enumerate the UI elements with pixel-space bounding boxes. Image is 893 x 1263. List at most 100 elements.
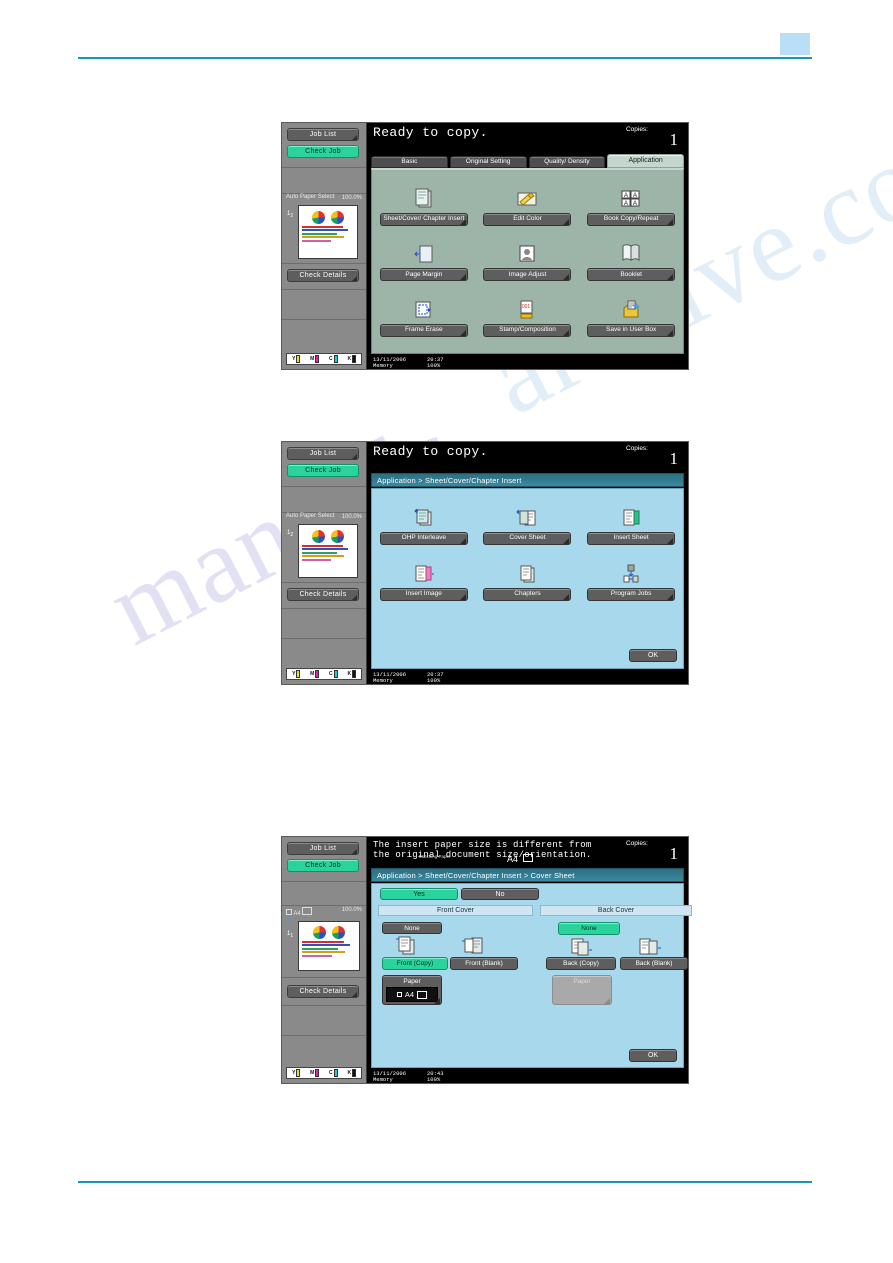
tab-application[interactable]: Application [607, 154, 684, 168]
copies-value: 1 [669, 844, 679, 863]
function-button-edit-color[interactable]: Edit Color [483, 212, 572, 226]
front-cover-copy-button[interactable]: Front (Copy) [382, 957, 448, 970]
breadcrumb: Application > Sheet/Cover/Chapter Insert… [371, 868, 684, 882]
function-cell: OHP Interleave [379, 506, 468, 545]
function-button-cover-sheet[interactable]: Cover Sheet [483, 531, 572, 545]
function-label: Frame Erase [405, 326, 443, 333]
job-list-label: Job List [309, 131, 337, 138]
svg-text:A: A [624, 201, 628, 207]
corner-marker-icon [352, 135, 357, 140]
function-button-book-copy-repeat[interactable]: Book Copy/Repeat [587, 212, 676, 226]
breadcrumb: Application > Sheet/Cover/Chapter Insert [371, 473, 684, 487]
book-copy-icon: A A A A [618, 187, 644, 211]
pie-chart-icon [312, 211, 325, 224]
function-button-insert-sheet[interactable]: Insert Sheet [587, 531, 676, 545]
tab-label: Application [628, 157, 663, 165]
program-jobs-icon [618, 562, 644, 586]
function-button-insert-image[interactable]: Insert Image [379, 587, 468, 601]
edit-color-icon [514, 187, 540, 211]
function-button-frame-erase[interactable]: Frame Erase [379, 323, 468, 337]
front-cover-none-button[interactable]: None [382, 922, 442, 934]
function-cell: Insert Sheet [587, 506, 676, 545]
function-button-sheet-cover-chapter-insert[interactable]: Sheet/Cover/ Chapter Insert [379, 212, 468, 226]
screen3-left-panel: Job List Check Job A4 100.0% ⬅ 11 Check … [282, 837, 367, 1083]
tab-basic[interactable]: Basic [371, 156, 448, 168]
check-details-button[interactable]: Check Details [287, 269, 359, 282]
sheet-insert-function-grid: OHP Interleave Cover Sheet Insert Sheet … [371, 488, 684, 669]
check-job-button[interactable]: Check Job [287, 145, 359, 158]
function-button-image-adjust[interactable]: Image Adjust [483, 268, 572, 281]
function-cell: Frame Erase [379, 298, 468, 337]
check-job-button[interactable]: Check Job [287, 464, 359, 477]
back-cover-copy-button[interactable]: Back (Copy) [546, 957, 616, 970]
back-none-label: None [581, 925, 597, 932]
copier-screen-application: Job List Check Job Auto Paper Select 100… [281, 122, 689, 370]
tab-label: Original Setting [465, 158, 511, 166]
function-button-booklet[interactable]: Booklet [587, 268, 676, 281]
back-cover-none-button[interactable]: None [558, 922, 620, 935]
pie-chart-icon [332, 926, 345, 939]
ok-button[interactable]: OK [629, 1049, 677, 1062]
cover-sheet-icon [514, 506, 540, 530]
memory-value: 100% [427, 1076, 441, 1083]
preview-line [302, 551, 337, 554]
function-button-ohp-interleave[interactable]: OHP Interleave [379, 531, 468, 545]
function-label: Edit Color [513, 215, 542, 222]
no-label: No [495, 890, 505, 898]
ohp-interleave-icon [411, 506, 437, 530]
function-button-program-jobs[interactable]: Program Jobs [587, 587, 676, 601]
svg-text:A: A [633, 193, 637, 199]
corner-marker-icon [352, 595, 357, 600]
check-job-button[interactable]: Check Job [287, 859, 359, 872]
tab-original-setting[interactable]: Original Setting [449, 156, 527, 168]
corner-marker-icon [667, 218, 674, 225]
preview-line [302, 239, 331, 242]
function-cell: Image Adjust [483, 242, 572, 281]
divider [282, 486, 366, 487]
corner-marker-icon [667, 329, 674, 336]
divider [282, 1005, 366, 1006]
check-details-button[interactable]: Check Details [287, 588, 359, 601]
corner-marker-icon [563, 218, 570, 225]
document-preview [298, 921, 360, 971]
corner-marker-icon [352, 454, 357, 459]
copies-value: 1 [669, 130, 679, 149]
pie-chart-icon [312, 530, 325, 543]
job-list-button[interactable]: Job List [287, 128, 359, 141]
corner-marker-icon [459, 218, 466, 225]
preview-line [302, 544, 343, 547]
cover-sheet-no-button[interactable]: No [461, 888, 539, 900]
function-cell: Edit Color [483, 187, 572, 226]
tab-quality-density[interactable]: Quality/ Density [528, 156, 606, 168]
ok-button[interactable]: OK [629, 649, 677, 662]
front-cover-blank-button[interactable]: Front (Blank) [450, 957, 518, 970]
back-cover-paper-button[interactable]: Paper [552, 975, 612, 1005]
front-cover-paper-button[interactable]: Paper A4 [382, 975, 442, 1005]
preview-line [302, 232, 337, 235]
svg-text:001: 001 [522, 304, 531, 310]
svg-text:A: A [633, 201, 637, 207]
job-list-button[interactable]: Job List [287, 842, 359, 855]
back-cover-blank-button[interactable]: Back (Blank) [620, 957, 688, 970]
divider [282, 881, 366, 882]
cover-sheet-yes-button[interactable]: Yes [380, 888, 458, 900]
page-margin-icon [411, 242, 437, 266]
function-button-page-margin[interactable]: Page Margin [379, 268, 468, 281]
preview-line [302, 940, 344, 943]
back-paper-label: Paper [573, 978, 591, 985]
corner-marker-icon [352, 992, 357, 997]
screen1-right-panel: Ready to copy. Copies: 1 Basic Original … [367, 123, 688, 369]
screen3-right-panel: The insert paper size is different from … [367, 837, 692, 1083]
back-cover-title: Back Cover [540, 905, 692, 916]
function-cell: Insert Image [379, 562, 468, 601]
preview-line [302, 951, 346, 953]
function-button-chapters[interactable]: Chapters [483, 587, 572, 601]
matching-paper-size-value: A4 [507, 854, 519, 864]
check-details-button[interactable]: Check Details [287, 985, 359, 998]
status-message: Ready to copy. [373, 125, 488, 140]
job-list-button[interactable]: Job List [287, 447, 359, 460]
divider [282, 167, 366, 168]
yes-no-toggle-group: Yes No [380, 888, 539, 900]
function-button-stamp-composition[interactable]: Stamp/Composition [483, 323, 572, 337]
function-button-save-in-user-box[interactable]: Save in User Box [587, 323, 676, 337]
